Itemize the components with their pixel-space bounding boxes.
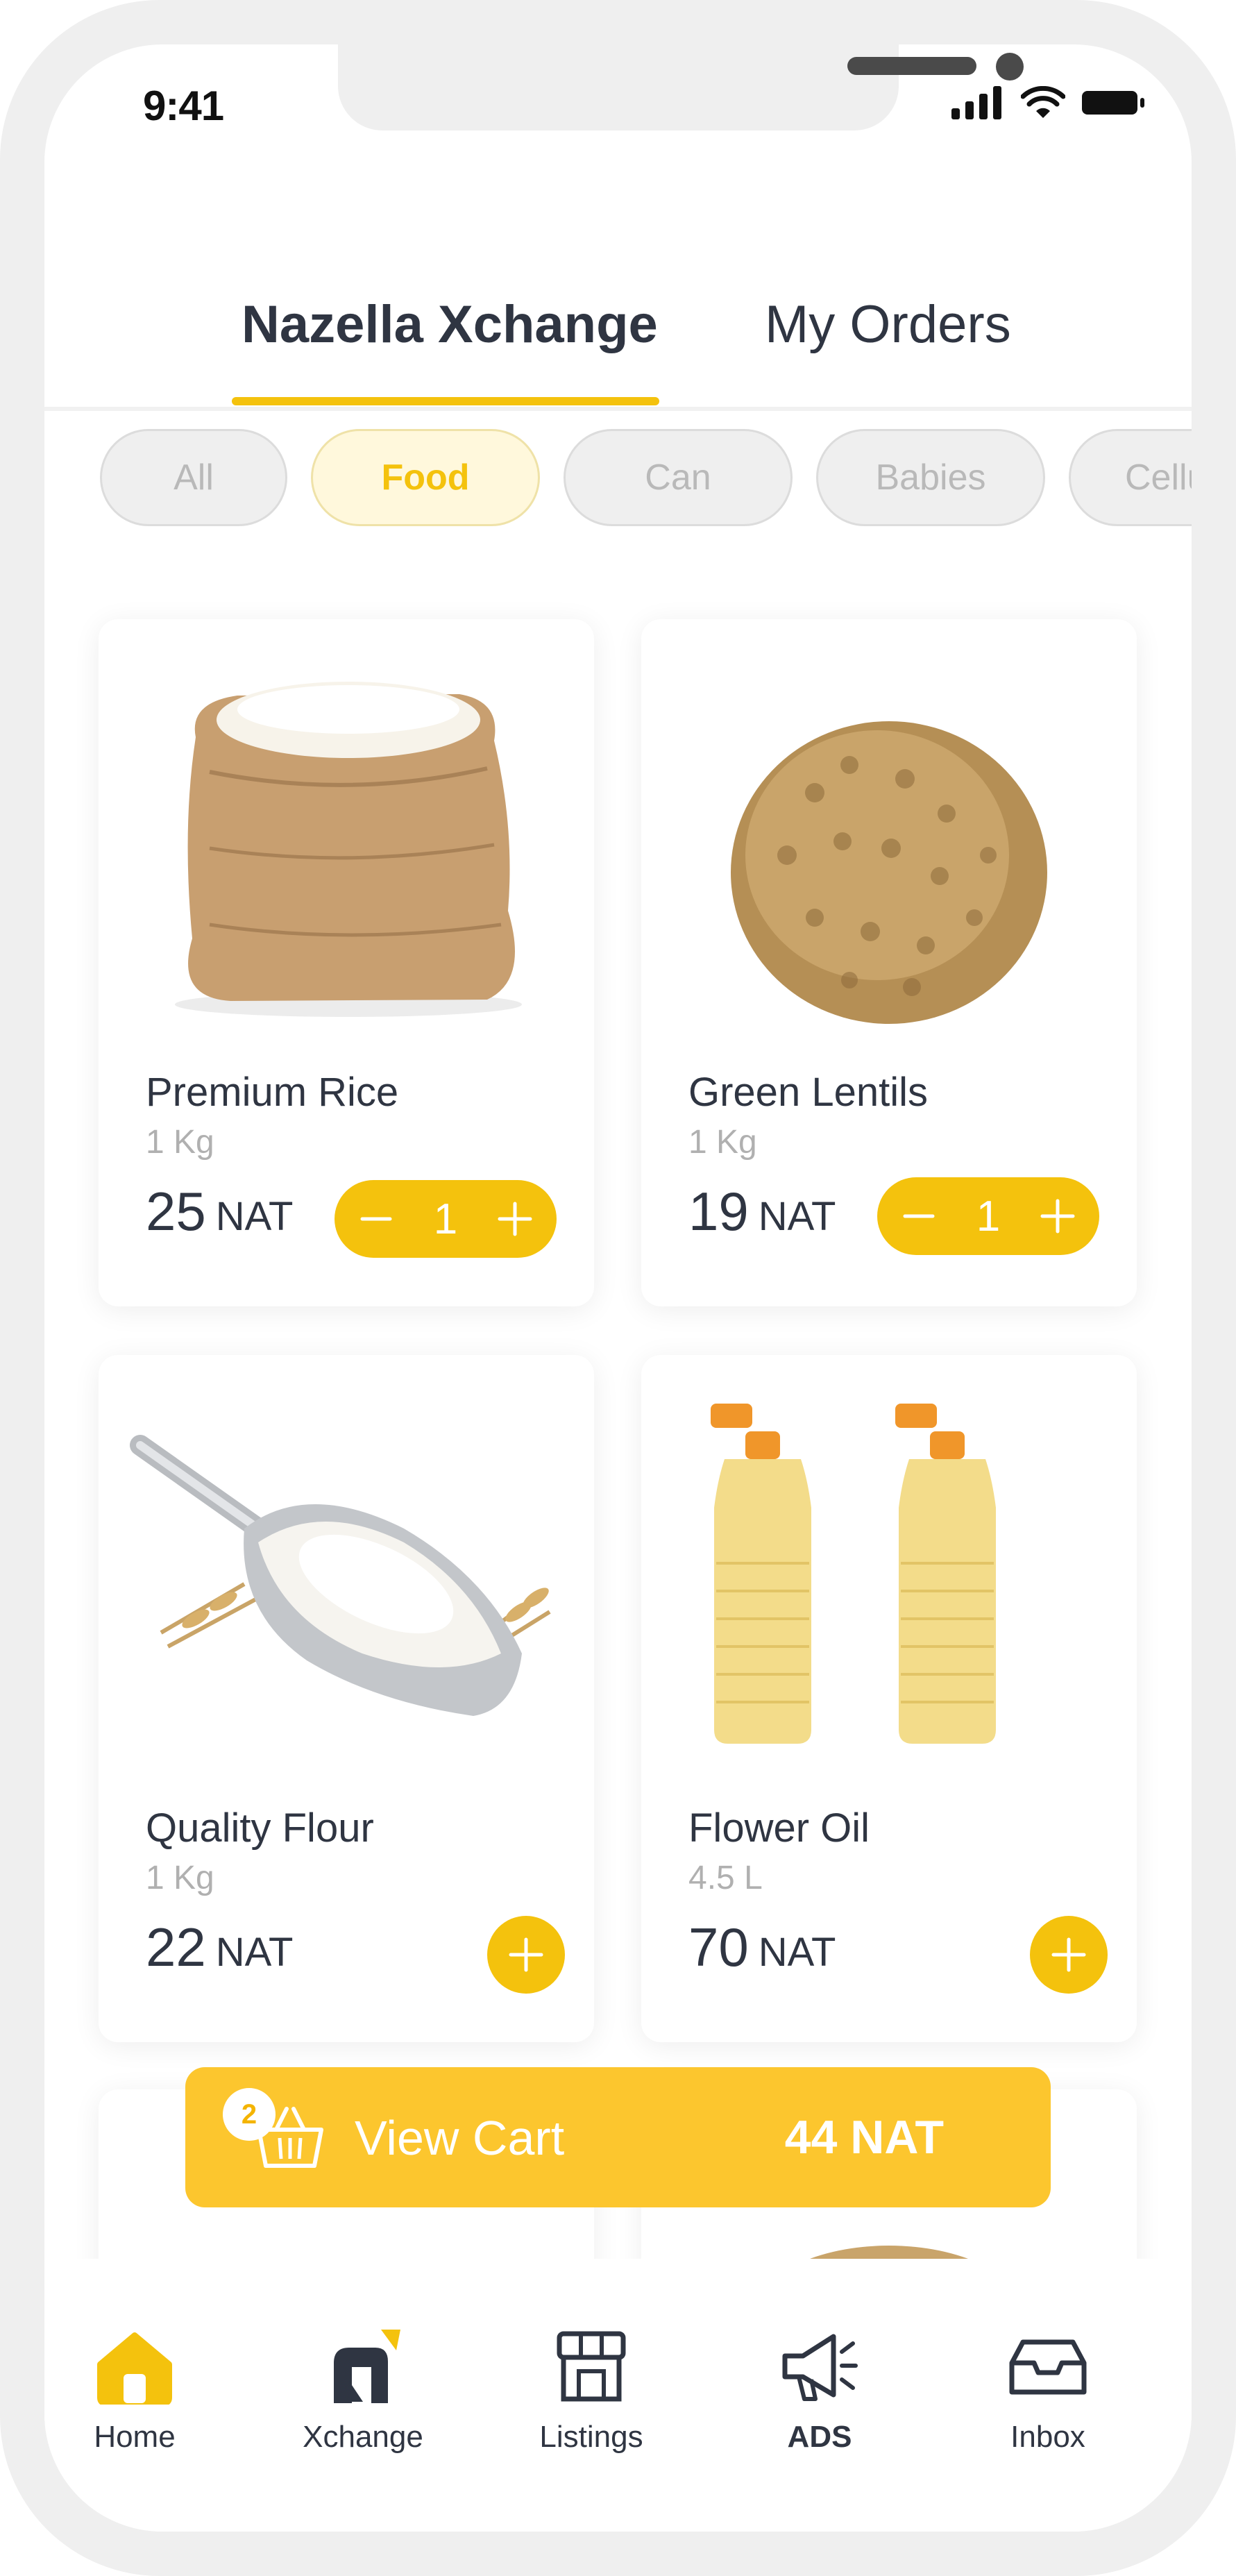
product-name: Flower Oil bbox=[688, 1805, 870, 1851]
nav-label: Home bbox=[94, 2420, 176, 2454]
nav-ads[interactable]: ADS bbox=[729, 2259, 910, 2454]
product-unit: 1 Kg bbox=[146, 1860, 214, 1896]
status-icons bbox=[951, 86, 1147, 119]
price-value: 22 bbox=[146, 1917, 206, 1978]
bottom-nav: Home Xchange Listings ADS Inbox bbox=[44, 2259, 1192, 2532]
chip-can[interactable]: Can bbox=[564, 429, 793, 526]
product-name: Quality Flour bbox=[146, 1805, 374, 1851]
cart-count-badge: 2 bbox=[223, 2088, 276, 2141]
storefront-icon bbox=[557, 2331, 626, 2402]
product-card[interactable]: Flower Oil 4.5 L 70 NAT bbox=[641, 1355, 1137, 2042]
status-time: 9:41 bbox=[143, 83, 224, 129]
product-unit: 4.5 L bbox=[688, 1860, 763, 1896]
camera bbox=[996, 53, 1024, 81]
battery-icon bbox=[1082, 91, 1144, 115]
tab-my-orders[interactable]: My Orders bbox=[765, 294, 1011, 355]
nav-label: Xchange bbox=[303, 2420, 423, 2454]
tab-nazella-xchange[interactable]: Nazella Xchange bbox=[242, 294, 658, 355]
plus-icon bbox=[1040, 1199, 1075, 1234]
price-currency: NAT bbox=[758, 1930, 836, 1975]
quantity-stepper: 1 bbox=[877, 1177, 1099, 1255]
product-name: Premium Rice bbox=[146, 1070, 399, 1115]
xchange-icon bbox=[334, 2330, 400, 2403]
price-currency: NAT bbox=[215, 1930, 294, 1975]
price-value: 19 bbox=[688, 1181, 749, 1242]
lentils-pile-image bbox=[731, 721, 1047, 1024]
megaphone-icon bbox=[782, 2334, 858, 2401]
product-card[interactable]: Green Lentils 1 Kg 19 NAT 1 bbox=[641, 619, 1137, 1306]
product-unit: 1 Kg bbox=[688, 1124, 757, 1161]
quantity-value: 1 bbox=[433, 1195, 458, 1243]
nav-home[interactable]: Home bbox=[44, 2259, 225, 2454]
quantity-stepper: 1 bbox=[335, 1180, 557, 1258]
add-to-cart-button[interactable] bbox=[1030, 1916, 1108, 1994]
speaker bbox=[847, 57, 976, 75]
nav-label: Inbox bbox=[1010, 2420, 1085, 2454]
minus-icon bbox=[360, 1217, 392, 1221]
app-screen: 9:41 Nazella Xchange My Orders All Food … bbox=[44, 44, 1192, 2532]
price-value: 25 bbox=[146, 1181, 206, 1242]
header-tabs: Nazella Xchange My Orders bbox=[44, 253, 1192, 412]
increment-button[interactable] bbox=[1037, 1195, 1078, 1237]
wifi-icon bbox=[1021, 86, 1065, 118]
product-price: 25 NAT bbox=[146, 1180, 293, 1243]
notch bbox=[338, 44, 1024, 131]
increment-button[interactable] bbox=[494, 1198, 536, 1240]
inbox-icon bbox=[1009, 2339, 1087, 2395]
price-value: 70 bbox=[688, 1917, 749, 1978]
cart-total: 44 NAT bbox=[784, 2111, 944, 2164]
active-tab-indicator bbox=[232, 397, 659, 405]
minus-icon bbox=[903, 1214, 935, 1218]
product-price: 19 NAT bbox=[688, 1180, 836, 1243]
view-cart-bar[interactable]: 2 View Cart 44 NAT bbox=[185, 2067, 1051, 2207]
category-chips: All Food Can Babies Cellu bbox=[100, 429, 1192, 526]
rice-sack-image bbox=[175, 682, 522, 1017]
price-currency: NAT bbox=[215, 1194, 294, 1239]
flour-scoop-image bbox=[130, 1435, 551, 1716]
product-name: Green Lentils bbox=[688, 1070, 928, 1115]
home-icon bbox=[97, 2332, 172, 2405]
decrement-button[interactable] bbox=[355, 1198, 397, 1240]
add-to-cart-button[interactable] bbox=[487, 1916, 565, 1994]
product-price: 22 NAT bbox=[146, 1916, 293, 1979]
product-card[interactable]: Quality Flour 1 Kg 22 NAT bbox=[99, 1355, 594, 2042]
phone-frame: 9:41 Nazella Xchange My Orders All Food … bbox=[0, 0, 1236, 2576]
price-currency: NAT bbox=[758, 1194, 836, 1239]
product-price: 70 NAT bbox=[688, 1916, 836, 1979]
product-card[interactable]: Premium Rice 1 Kg 25 NAT 1 bbox=[99, 619, 594, 1306]
chip-all[interactable]: All bbox=[100, 429, 287, 526]
decrement-button[interactable] bbox=[898, 1195, 940, 1237]
product-unit: 1 Kg bbox=[146, 1124, 214, 1161]
nav-label: Listings bbox=[539, 2420, 643, 2454]
view-cart-label: View Cart bbox=[355, 2111, 565, 2165]
plus-icon bbox=[1051, 1937, 1086, 1972]
nav-inbox[interactable]: Inbox bbox=[958, 2259, 1138, 2454]
nav-listings[interactable]: Listings bbox=[501, 2259, 682, 2454]
plus-icon bbox=[498, 1202, 532, 1236]
chip-babies[interactable]: Babies bbox=[816, 429, 1045, 526]
oil-bottles-image bbox=[711, 1404, 996, 1744]
plus-icon bbox=[509, 1937, 543, 1972]
nav-xchange[interactable]: Xchange bbox=[273, 2259, 453, 2454]
nav-label: ADS bbox=[787, 2420, 852, 2454]
quantity-value: 1 bbox=[976, 1192, 1001, 1240]
tabs-divider bbox=[44, 407, 1192, 411]
chip-cellu[interactable]: Cellu bbox=[1069, 429, 1192, 526]
signal-icon bbox=[951, 86, 1001, 119]
chip-food[interactable]: Food bbox=[311, 429, 540, 526]
